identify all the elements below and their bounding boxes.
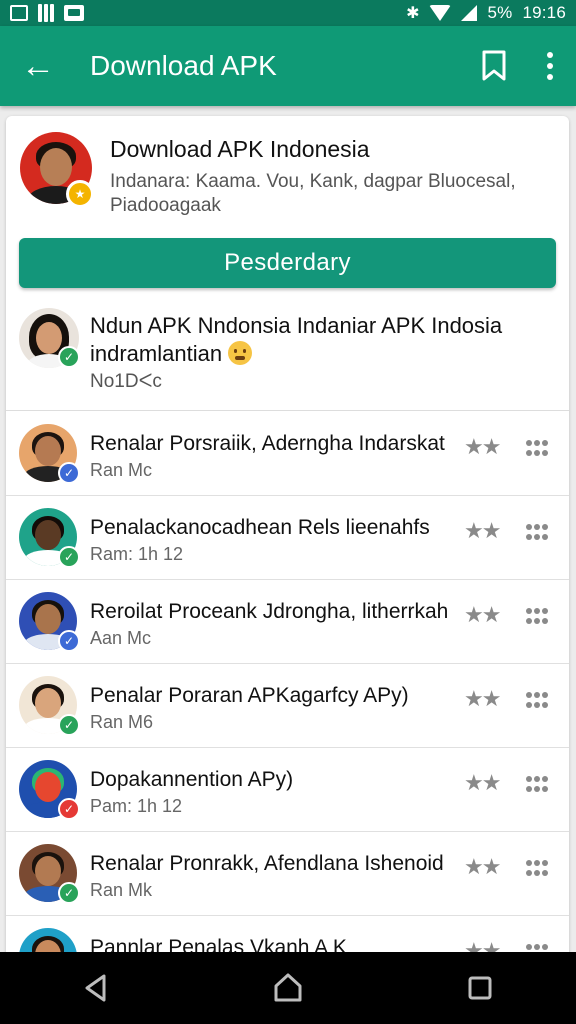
list-item-subtitle: Ran M6 xyxy=(90,712,154,732)
bluetooth-icon: ✱ xyxy=(406,5,420,22)
content-card: ★ Download APK Indonesia Indanara: Kaama… xyxy=(6,116,569,966)
list-item-subtitle: Ram: 1h 12 xyxy=(90,544,184,564)
status-notifications xyxy=(10,4,84,22)
arrow-left-icon: ← xyxy=(21,46,55,85)
list-item[interactable]: ✓ Penalackanocadhean Rels lieenahfs Ram:… xyxy=(6,496,569,580)
back-button[interactable]: ← xyxy=(0,26,76,106)
rating-stars-icon: ★★ xyxy=(464,518,501,543)
list-item[interactable]: ✓ Penalar Poraran APKagarfcy APy) Ran M6… xyxy=(6,664,569,748)
nav-recents-button[interactable] xyxy=(440,952,520,1024)
rating-stars-icon: ★★ xyxy=(464,686,501,711)
rating-stars-icon: ★★ xyxy=(464,434,501,459)
apk-list: ✓ Renalar Porsraiik, Aderngha Indarskat … xyxy=(6,412,569,966)
signal-notification-icon xyxy=(38,4,54,22)
verified-badge-icon: ★ xyxy=(66,180,94,208)
featured-title-line2: indramlantian xyxy=(90,341,223,366)
nav-back-icon xyxy=(85,974,106,1002)
list-item-title: Penalackanocadhean Rels lieenahfs xyxy=(90,516,430,539)
primary-action-button[interactable]: Pesderdary xyxy=(19,238,556,288)
image-notification-icon xyxy=(10,5,28,21)
wifi-icon xyxy=(429,5,452,21)
more-grid-icon[interactable] xyxy=(526,776,548,792)
navigation-bar xyxy=(0,952,576,1024)
list-item-title: Reroilat Proceank Jdrongha, litherrkah xyxy=(90,600,449,623)
featured-meta: No1Dᐸc xyxy=(90,371,162,392)
bookmark-icon xyxy=(482,50,506,81)
more-grid-icon[interactable] xyxy=(526,524,548,540)
page-title: Download APK xyxy=(90,50,277,81)
verified-badge-icon: ✓ xyxy=(58,546,80,568)
app-name: Download APK Indonesia xyxy=(110,136,370,162)
status-bar: ✱ 5% 19:16 xyxy=(0,0,576,26)
verified-badge-icon: ✓ xyxy=(58,798,80,820)
list-item-subtitle: Ran Mk xyxy=(90,880,153,900)
message-notification-icon xyxy=(64,5,84,21)
more-grid-icon[interactable] xyxy=(526,860,548,876)
app-header: ★ Download APK Indonesia Indanara: Kaama… xyxy=(6,116,569,234)
list-item[interactable]: ✓ Renalar Porsraiik, Aderngha Indarskat … xyxy=(6,412,569,496)
more-grid-icon[interactable] xyxy=(526,692,548,708)
verified-badge-icon: ✓ xyxy=(58,630,80,652)
featured-item[interactable]: ✓ Ndun APK Nndonsia Indaniar APK Indosia… xyxy=(6,300,569,411)
smiley-emoji-icon xyxy=(228,341,253,365)
list-item-subtitle: Pam: 1h 12 xyxy=(90,796,183,816)
verified-badge-icon: ✓ xyxy=(58,462,80,484)
status-system: ✱ 5% 19:16 xyxy=(406,3,566,23)
list-item-title: Dopakannention APy) xyxy=(90,768,294,791)
clock: 19:16 xyxy=(522,3,566,22)
more-grid-icon[interactable] xyxy=(526,608,548,624)
app-bar: ← Download APK xyxy=(0,26,576,106)
cell-signal-icon xyxy=(461,5,478,21)
app-description: Indanara: Kaama. Vou, Kank, dagpar Bluoc… xyxy=(110,171,516,216)
list-item-title: Renalar Porsraiik, Aderngha Indarskat xyxy=(90,432,445,455)
check-badge-icon: ✓ xyxy=(58,346,80,368)
featured-title-line1: Ndun APK Nndonsia Indaniar APK Indosia xyxy=(90,313,503,338)
battery-level: 5% xyxy=(487,3,513,22)
more-vert-icon xyxy=(547,52,553,58)
nav-back-button[interactable] xyxy=(56,952,136,1024)
list-item-subtitle: Ran Mc xyxy=(90,460,153,480)
list-item[interactable]: ✓ Reroilat Proceank Jdrongha, litherrkah… xyxy=(6,580,569,664)
featured-title: Ndun APK Nndonsia Indaniar APK Indosia i… xyxy=(90,312,550,368)
rating-stars-icon: ★★ xyxy=(464,602,501,627)
nav-home-button[interactable] xyxy=(248,952,328,1024)
list-item-subtitle: Aan Mc xyxy=(90,628,152,648)
rating-stars-icon: ★★ xyxy=(464,854,501,879)
list-item[interactable]: ✓ Renalar Pronrakk, Afendlana Ishenoid R… xyxy=(6,832,569,916)
list-item[interactable]: ✓ Dopakannention APy) Pam: 1h 12 ★★ xyxy=(6,748,569,832)
list-item-title: Penalar Poraran APKagarfcy APy) xyxy=(90,684,409,707)
verified-badge-icon: ✓ xyxy=(58,714,80,736)
nav-recents-icon xyxy=(468,976,492,1000)
rating-stars-icon: ★★ xyxy=(464,770,501,795)
verified-badge-icon: ✓ xyxy=(58,882,80,904)
more-options-button[interactable] xyxy=(524,26,576,106)
more-grid-icon[interactable] xyxy=(526,440,548,456)
bookmark-button[interactable] xyxy=(464,26,524,106)
nav-home-icon xyxy=(274,973,302,1002)
list-item-title: Renalar Pronrakk, Afendlana Ishenoid xyxy=(90,852,444,875)
